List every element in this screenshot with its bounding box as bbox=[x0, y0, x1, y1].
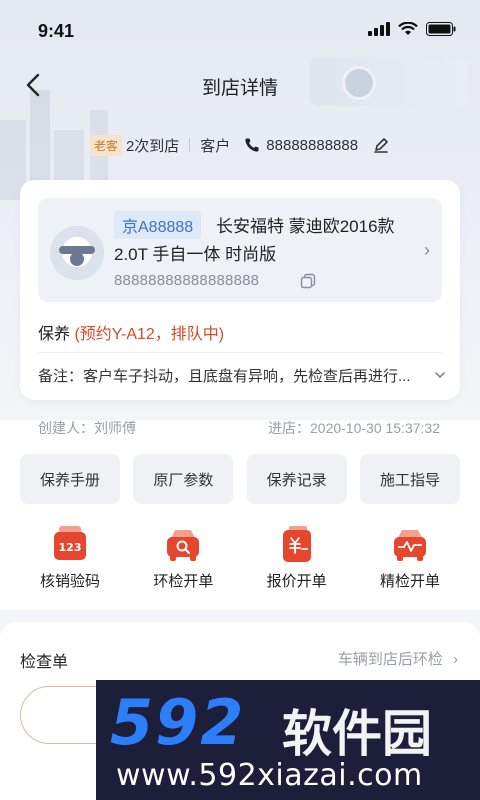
phone-icon[interactable] bbox=[244, 137, 260, 153]
divider bbox=[189, 138, 191, 152]
voucher-badge-text: 123 bbox=[59, 541, 82, 554]
watermark-overlay: 592 软件园 www.592xiazai.com bbox=[96, 680, 480, 800]
status-bar: 9:41 bbox=[0, 0, 480, 60]
inspection-link[interactable]: 车辆到店后环检 › bbox=[338, 648, 458, 669]
divider bbox=[38, 352, 442, 353]
watermark-number: 592 bbox=[110, 686, 246, 759]
walkaround-order-action[interactable]: 环检开单 bbox=[133, 524, 233, 591]
visit-count: 2次到店 bbox=[125, 137, 180, 155]
copy-icon[interactable] bbox=[300, 273, 316, 289]
service-note: 备注：客户车子抖动，且底盘有异响，先检查后再进行... bbox=[38, 368, 411, 385]
creator-label: 创建人： bbox=[38, 420, 94, 436]
quick-button-row: 保养手册 原厂参数 保养记录 施工指导 bbox=[20, 454, 460, 504]
car-brand-avatar bbox=[50, 226, 104, 280]
yen-quote-icon bbox=[282, 526, 311, 562]
action-icon-row: 123 核销验码 环检开单 报价开单 精检开单 bbox=[20, 524, 460, 591]
creator-name: 刘师傅 bbox=[94, 420, 136, 436]
page-title: 到店详情 bbox=[201, 78, 278, 99]
action-label: 精检开单 bbox=[379, 573, 440, 590]
watermark-chinese: 软件园 bbox=[282, 705, 432, 763]
action-label: 环检开单 bbox=[153, 573, 214, 590]
service-type: 保养 bbox=[38, 326, 71, 343]
car-search-icon bbox=[167, 530, 200, 561]
returning-customer-badge: 老客 bbox=[89, 134, 122, 156]
chevron-right-icon: › bbox=[424, 240, 430, 260]
maintenance-manual-button[interactable]: 保养手册 bbox=[20, 454, 120, 504]
verify-code-action[interactable]: 123 核销验码 bbox=[20, 524, 120, 591]
watermark-url: www.592xiazai.com bbox=[116, 758, 423, 793]
action-label: 报价开单 bbox=[266, 573, 327, 590]
vin-number: 88888888888888888 bbox=[114, 272, 260, 289]
vehicle-info-row[interactable]: 京A88888 长安福特 蒙迪欧2016款 2.0T 手自一体 时尚版 8888… bbox=[38, 198, 442, 302]
edit-pencil-icon[interactable] bbox=[372, 136, 390, 154]
navigation-bar: 到店详情 bbox=[0, 60, 480, 110]
chevron-down-icon[interactable] bbox=[434, 370, 446, 380]
arrival-label: 进店： bbox=[268, 420, 310, 436]
battery-icon bbox=[426, 22, 456, 36]
wifi-icon bbox=[398, 22, 418, 35]
queue-status: (预约Y-A12，排队中) bbox=[74, 326, 225, 343]
license-plate: 京A88888 bbox=[114, 211, 202, 239]
cellular-signal-icon bbox=[368, 22, 390, 36]
service-status: 保养 (预约Y-A12，排队中) bbox=[38, 320, 224, 344]
inspection-link-text: 车辆到店后环检 bbox=[337, 651, 443, 668]
order-meta: 创建人：刘师傅 进店：2020-10-30 15:37:32 bbox=[38, 418, 440, 438]
car-pulse-icon bbox=[393, 530, 426, 561]
arrival-time: 2020-10-30 15:37:32 bbox=[310, 420, 440, 436]
status-time: 9:41 bbox=[38, 21, 75, 41]
voucher-123-icon: 123 bbox=[54, 526, 86, 560]
maintenance-records-button[interactable]: 保养记录 bbox=[246, 454, 347, 504]
action-label: 核销验码 bbox=[39, 573, 100, 590]
customer-phone[interactable]: 88888888888 bbox=[266, 137, 358, 154]
detailed-inspection-action[interactable]: 精检开单 bbox=[360, 524, 460, 591]
inspection-title: 检查单 bbox=[20, 654, 69, 671]
customer-name: 客户 bbox=[200, 137, 231, 155]
vehicle-trim: 2.0T 手自一体 时尚版 bbox=[114, 245, 277, 264]
vehicle-model: 长安福特 蒙迪欧2016款 bbox=[216, 217, 395, 236]
chevron-right-icon: › bbox=[453, 651, 458, 668]
factory-params-button[interactable]: 原厂参数 bbox=[133, 454, 234, 504]
quote-order-action[interactable]: 报价开单 bbox=[247, 524, 347, 591]
customer-info-bar: 老客 2次到店 客户 88888888888 bbox=[0, 130, 480, 160]
vehicle-service-card: 京A88888 长安福特 蒙迪欧2016款 2.0T 手自一体 时尚版 8888… bbox=[20, 180, 460, 400]
construction-guide-button[interactable]: 施工指导 bbox=[359, 454, 460, 504]
